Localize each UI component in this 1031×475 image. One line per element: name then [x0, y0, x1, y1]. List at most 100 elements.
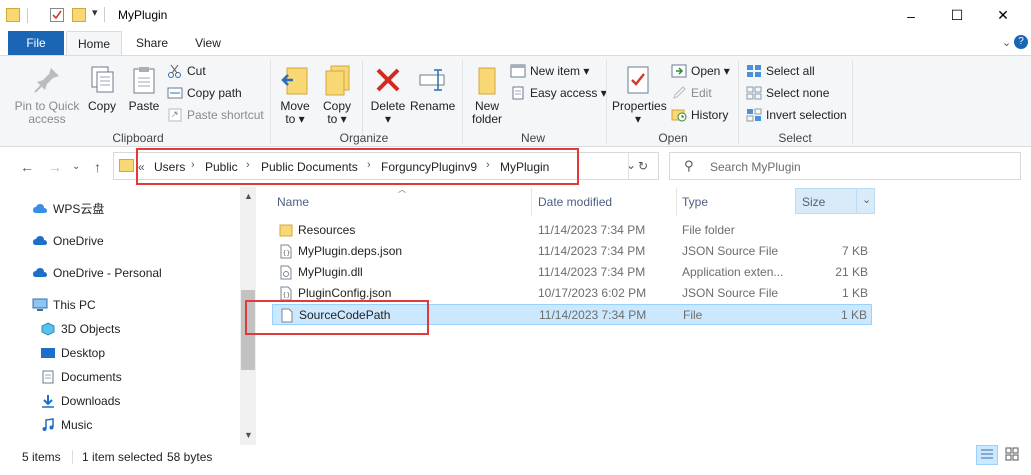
- copy-folder-icon: [321, 64, 353, 96]
- paste-icon: [128, 64, 160, 96]
- scroll-down-icon[interactable]: ▼: [244, 430, 253, 440]
- cube-icon: [40, 322, 56, 336]
- divider: [738, 60, 739, 144]
- new-item-button[interactable]: New item ▾: [510, 61, 589, 81]
- scroll-up-icon[interactable]: ▲: [244, 191, 253, 201]
- selection-highlight-box: [245, 300, 429, 335]
- paste-shortcut-icon: [167, 108, 183, 122]
- copy-icon: [86, 64, 118, 96]
- tab-file[interactable]: File: [8, 31, 64, 55]
- maximize-button[interactable]: ☐: [934, 0, 980, 31]
- file-row[interactable]: MyPlugin.dll 11/14/2023 7:34 PM Applicat…: [272, 262, 872, 283]
- json-file-icon: {}: [279, 286, 293, 301]
- nav-item-wps[interactable]: WPS云盘: [32, 199, 104, 219]
- column-header-size: Size: [802, 195, 826, 209]
- json-file-icon: {}: [279, 244, 293, 259]
- copy-path-icon: [167, 86, 183, 100]
- invert-selection-button[interactable]: Invert selection: [746, 105, 847, 125]
- select-none-icon: [746, 86, 762, 100]
- selection-size: 58 bytes: [167, 450, 213, 464]
- svg-text:{}: {}: [283, 292, 291, 299]
- properties-quick-icon[interactable]: [50, 8, 64, 22]
- nav-item-desktop[interactable]: Desktop: [40, 343, 105, 363]
- column-header-date[interactable]: Date modified: [538, 195, 612, 209]
- paste-button[interactable]: Paste: [124, 64, 164, 113]
- tab-share[interactable]: Share: [124, 31, 180, 55]
- move-to-button[interactable]: Move to ▾: [277, 64, 313, 126]
- rename-icon: [416, 64, 448, 96]
- open-button[interactable]: Open ▾: [671, 61, 730, 81]
- easy-access-icon: [510, 86, 526, 100]
- ribbon-tabs: File Home Share View ⌄ ?: [0, 31, 1031, 55]
- window-title: MyPlugin: [118, 8, 168, 22]
- column-header-type[interactable]: Type: [682, 195, 708, 209]
- divider: [104, 7, 105, 22]
- group-label-new: New: [520, 131, 545, 145]
- nav-item-onedrive-personal[interactable]: OneDrive - Personal: [32, 263, 162, 283]
- pin-to-quick-access-button[interactable]: Pin to Quick access: [12, 64, 82, 126]
- dll-file-icon: [279, 265, 293, 280]
- refresh-icon[interactable]: ↻: [638, 159, 648, 173]
- column-header-size-box[interactable]: Size ⌄: [795, 188, 875, 214]
- forward-arrow-icon[interactable]: →: [48, 159, 62, 175]
- download-icon: [40, 394, 56, 408]
- chevron-down-icon[interactable]: ⌄: [862, 193, 871, 206]
- copy-to-button[interactable]: Copy to ▾: [319, 64, 355, 126]
- delete-button[interactable]: Delete ▾: [368, 64, 408, 126]
- minimize-button[interactable]: –: [888, 0, 934, 31]
- nav-item-documents[interactable]: Documents: [40, 367, 122, 387]
- properties-button[interactable]: Properties ▾: [612, 64, 667, 126]
- paste-shortcut-button[interactable]: Paste shortcut: [167, 105, 264, 125]
- details-view-icon[interactable]: [976, 445, 998, 465]
- divider: [606, 60, 607, 144]
- properties-icon: [622, 64, 654, 96]
- ribbon: Pin to Quick access Copy Paste Cut Copy …: [0, 55, 1031, 147]
- up-arrow-icon[interactable]: ↑: [94, 159, 101, 175]
- svg-text:{}: {}: [283, 250, 291, 257]
- tab-view[interactable]: View: [180, 31, 236, 55]
- computer-icon: [32, 298, 48, 312]
- status-bar: 5 items 1 item selected 58 bytes: [0, 445, 1031, 475]
- edit-pencil-icon: [671, 86, 687, 100]
- nav-item-onedrive[interactable]: OneDrive: [32, 231, 104, 251]
- history-button[interactable]: History: [671, 105, 728, 125]
- copy-path-button[interactable]: Copy path: [167, 83, 242, 103]
- nav-item-this-pc[interactable]: This PC: [32, 295, 96, 315]
- group-label-select: Select: [778, 131, 812, 145]
- collapse-ribbon-icon[interactable]: ⌄: [1002, 36, 1011, 49]
- new-folder-button[interactable]: New folder: [468, 64, 506, 126]
- new-folder-icon: [471, 64, 503, 96]
- select-none-button[interactable]: Select none: [746, 83, 829, 103]
- pin-icon: [31, 64, 63, 96]
- cut-button[interactable]: Cut: [167, 61, 206, 81]
- column-header-name[interactable]: Name: [277, 195, 309, 209]
- help-icon[interactable]: ?: [1014, 35, 1028, 49]
- scissors-icon: [167, 64, 183, 78]
- search-box[interactable]: ⚲ Search MyPlugin: [669, 152, 1021, 180]
- divider: [628, 153, 629, 179]
- large-icons-view-icon[interactable]: [1002, 445, 1024, 465]
- music-icon: [40, 418, 56, 432]
- rename-button[interactable]: Rename: [410, 64, 455, 113]
- history-icon: [671, 108, 687, 122]
- divider: [72, 450, 73, 464]
- recent-locations-icon[interactable]: ⌄: [72, 161, 80, 172]
- easy-access-button[interactable]: Easy access ▾: [510, 83, 607, 103]
- back-arrow-icon[interactable]: ←: [20, 159, 34, 175]
- search-input[interactable]: Search MyPlugin: [710, 160, 801, 174]
- edit-button[interactable]: Edit: [671, 83, 712, 103]
- select-all-button[interactable]: Select all: [746, 61, 815, 81]
- customize-quick-access-icon[interactable]: ▾: [92, 6, 98, 19]
- onedrive-icon: [32, 266, 48, 280]
- nav-item-music[interactable]: Music: [40, 415, 92, 435]
- nav-item-downloads[interactable]: Downloads: [40, 391, 120, 411]
- file-row[interactable]: {} MyPlugin.deps.json 11/14/2023 7:34 PM…: [272, 241, 872, 262]
- nav-item-3d-objects[interactable]: 3D Objects: [40, 319, 120, 339]
- copy-button[interactable]: Copy: [84, 64, 120, 113]
- tab-home[interactable]: Home: [66, 31, 122, 55]
- desktop-icon: [40, 346, 56, 360]
- new-folder-quick-icon[interactable]: [72, 8, 86, 22]
- close-button[interactable]: ✕: [980, 0, 1026, 31]
- file-row[interactable]: Resources 11/14/2023 7:34 PM File folder: [272, 220, 872, 241]
- divider: [856, 189, 857, 213]
